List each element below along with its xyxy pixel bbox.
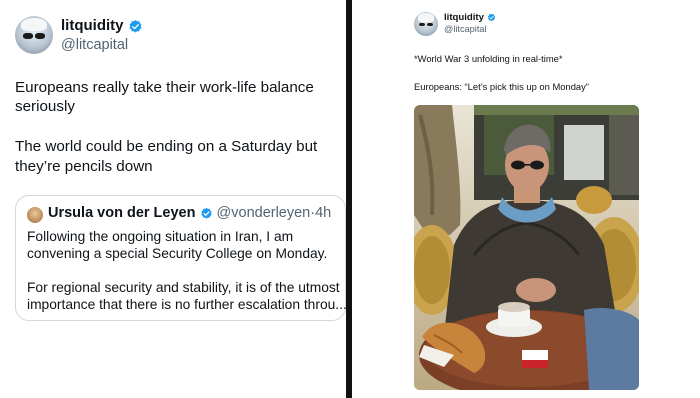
quote-text-line-2: convening a special Security College on … <box>27 246 328 261</box>
quote-header: Ursula von der Leyen @vonderleyen·4h <box>48 205 331 221</box>
quote-text-line-4: importance that there is no further esca… <box>27 297 347 312</box>
author-name[interactable]: litquidity <box>61 17 124 34</box>
right-tweet-panel: litquidity @litcapital *World War 3 unfo… <box>352 0 700 398</box>
tweet-text-line-3: The world could be ending on a Saturday … <box>15 138 318 155</box>
right-tweet-line-1: *World War 3 unfolding in real-time* <box>414 53 563 64</box>
tweet-text-line-4: they’re pencils down <box>15 158 153 175</box>
quote-text-line-3: For regional security and stability, it … <box>27 280 340 295</box>
verified-badge-icon <box>129 19 142 32</box>
right-verified-badge-icon <box>487 13 495 22</box>
right-avatar-hair <box>417 13 435 22</box>
quote-author-handle[interactable]: @vonderleyen <box>217 205 311 221</box>
avatar-hair <box>20 18 48 32</box>
quote-verified-badge-icon <box>200 207 212 219</box>
right-author-avatar[interactable] <box>414 12 438 36</box>
quote-timestamp[interactable]: 4h <box>315 205 331 221</box>
author-handle[interactable]: @litcapital <box>61 37 128 53</box>
quote-author-avatar[interactable] <box>27 207 43 223</box>
avatar-sunglasses <box>23 32 45 39</box>
tweet-photo[interactable] <box>414 105 639 390</box>
right-author-name[interactable]: litquidity <box>444 12 484 23</box>
right-tweet-line-2: Europeans: “Let’s pick this up on Monday… <box>414 81 589 92</box>
right-author-name-row: litquidity <box>444 12 496 23</box>
cafe-photo-image <box>414 105 639 390</box>
author-name-row: litquidity <box>61 17 143 34</box>
tweet-text-line-1: Europeans really take their work-life ba… <box>15 79 314 96</box>
tweet-text-line-2: seriously <box>15 98 75 115</box>
author-avatar[interactable] <box>15 16 53 54</box>
quoted-tweet-card[interactable]: Ursula von der Leyen @vonderleyen·4h Fol… <box>15 195 347 321</box>
quote-text-line-1: Following the ongoing situation in Iran,… <box>27 229 294 244</box>
quote-author-name[interactable]: Ursula von der Leyen <box>48 205 195 221</box>
right-author-handle[interactable]: @litcapital <box>444 24 487 34</box>
right-avatar-sunglasses <box>419 22 434 27</box>
left-tweet-panel: litquidity @litcapital Europeans really … <box>0 0 347 398</box>
